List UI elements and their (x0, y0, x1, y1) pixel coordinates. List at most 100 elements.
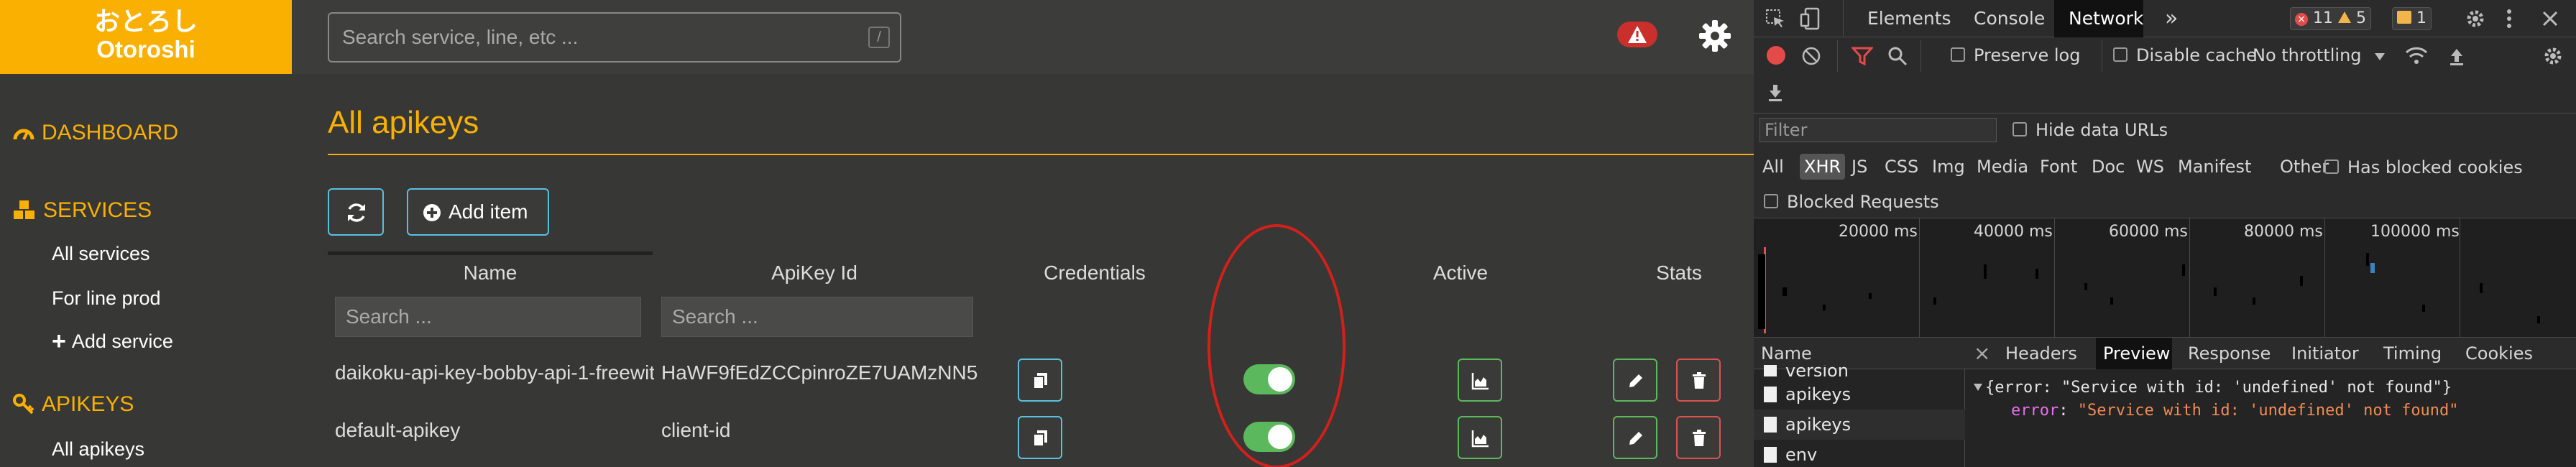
hide-data-urls-checkbox[interactable] (2012, 122, 2027, 137)
timeline-request-bar (2110, 297, 2113, 305)
more-tabs-chevron-icon[interactable]: » (2165, 0, 2186, 37)
issues-counter[interactable]: × 11 5 (2290, 7, 2371, 30)
pencil-icon (1629, 432, 1642, 445)
row-2-copy-credentials-button[interactable] (1018, 416, 1062, 459)
alerts-button[interactable] (1617, 22, 1657, 47)
type-filter-css[interactable]: CSS (1885, 154, 1918, 180)
row-1-edit-button[interactable] (1613, 359, 1657, 402)
record-icon[interactable] (1767, 46, 1785, 65)
tab-console[interactable]: Console (1974, 0, 2046, 37)
request-row-apikeys-selected[interactable]: apikeys (1754, 410, 1965, 440)
export-har-download-icon[interactable] (1767, 82, 1784, 102)
request-row-version[interactable]: version (1754, 365, 1965, 379)
type-filter-other[interactable]: Other (2280, 154, 2329, 180)
timeline-request-bar (2214, 287, 2217, 296)
timeline-request-bar (2366, 253, 2369, 266)
row-2-stats-button[interactable] (1458, 416, 1502, 459)
column-header-name[interactable]: Name (328, 257, 653, 289)
type-filter-img[interactable]: Img (1932, 154, 1965, 180)
devtools-settings-gear-icon[interactable] (2465, 9, 2485, 29)
inspect-element-icon[interactable] (1765, 9, 1785, 29)
tab-elements[interactable]: Elements (1867, 0, 1951, 37)
timeline-tick-label: 100000 ms (2370, 223, 2460, 241)
messages-counter[interactable]: 1 (2392, 7, 2432, 30)
preserve-log-checkbox[interactable] (1951, 47, 1965, 62)
sidebar-item-dashboard[interactable]: DASHBOARD (13, 120, 178, 146)
close-detail-icon[interactable]: × (1974, 338, 1991, 369)
type-filter-all[interactable]: All (1762, 154, 1784, 180)
disable-cache-checkbox[interactable] (2113, 47, 2128, 62)
tab-preview[interactable]: Preview (2096, 338, 2172, 369)
blocked-requests-checkbox[interactable] (1764, 194, 1778, 208)
row-2-delete-button[interactable] (1676, 416, 1721, 459)
timeline-request-bar (2036, 269, 2038, 279)
network-timeline-overview[interactable]: 20000 ms 40000 ms 60000 ms 80000 ms 1000… (1754, 218, 2576, 338)
type-filter-font[interactable]: Font (2040, 154, 2077, 180)
has-blocked-cookies-label: Has blocked cookies (2347, 157, 2523, 177)
type-filter-xhr[interactable]: XHR (1800, 154, 1846, 180)
refresh-button[interactable] (328, 188, 384, 236)
sidebar-item-line-prod[interactable]: For line prod (52, 287, 161, 310)
close-devtools-icon[interactable] (2542, 10, 2559, 27)
has-blocked-cookies-checkbox[interactable] (2324, 159, 2339, 174)
type-filter-media[interactable]: Media (1977, 154, 2028, 180)
expand-triangle-icon[interactable] (1974, 384, 1982, 391)
row-1-name[interactable]: daikoku-api-key-bobby-api-1-freewithout (335, 359, 654, 387)
filter-funnel-icon[interactable] (1852, 46, 1873, 66)
network-filter-input[interactable]: Filter (1760, 118, 1997, 142)
cubes-icon (14, 200, 34, 219)
type-filter-manifest[interactable]: Manifest (2178, 154, 2251, 180)
disable-cache-label: Disable cache (2136, 45, 2257, 65)
timeline-tick-label: 20000 ms (1839, 223, 1918, 241)
tab-cookies[interactable]: Cookies (2465, 338, 2537, 369)
sidebar-item-services[interactable]: SERVICES (13, 198, 152, 223)
network-conditions-wifi-icon[interactable] (2405, 46, 2428, 66)
tab-network[interactable]: Network (2054, 0, 2143, 37)
type-filter-doc[interactable]: Doc (2092, 154, 2125, 180)
area-chart-icon (1471, 373, 1489, 390)
sidebar-item-all-services[interactable]: All services (52, 242, 150, 265)
global-search-input[interactable]: Search service, line, etc ... / (328, 12, 901, 63)
sidebar-item-all-apikeys[interactable]: All apikeys (52, 438, 144, 461)
kebab-menu-icon[interactable] (2506, 9, 2513, 29)
clear-icon[interactable] (1801, 46, 1821, 66)
add-item-button[interactable]: Add item (407, 188, 549, 236)
column-header-active: Active (1432, 262, 1489, 284)
timeline-gridline (2324, 218, 2325, 338)
import-har-upload-icon[interactable] (2448, 46, 2465, 66)
timeline-request-bar (2422, 305, 2425, 312)
document-icon (1764, 387, 1777, 402)
type-filter-ws[interactable]: WS (2136, 154, 2164, 180)
network-settings-gear-icon[interactable] (2543, 46, 2563, 66)
settings-gear-icon[interactable] (1698, 19, 1732, 53)
row-1-copy-credentials-button[interactable] (1018, 359, 1062, 402)
request-row-apikeys[interactable]: apikeys (1754, 379, 1965, 410)
global-search-placeholder: Search service, line, etc ... (342, 26, 579, 48)
row-2-name[interactable]: default-apikey (335, 416, 654, 445)
type-filter-js[interactable]: JS (1852, 154, 1867, 180)
tab-timing[interactable]: Timing (2383, 338, 2448, 369)
apikey-id-filter-input[interactable]: Search ... (661, 297, 973, 337)
add-item-label: Add item (448, 200, 528, 223)
tab-initiator[interactable]: Initiator (2291, 338, 2363, 369)
timeline-tick-label: 40000 ms (1974, 223, 2053, 241)
column-header-stats: Stats (1656, 262, 1702, 284)
screen: おとろし Otoroshi Search service, line, etc … (0, 0, 2576, 467)
brand-logo[interactable]: おとろし Otoroshi (0, 0, 292, 74)
tab-headers[interactable]: Headers (2005, 338, 2084, 369)
tab-response[interactable]: Response (2188, 338, 2274, 369)
name-filter-input[interactable]: Search ... (335, 297, 641, 337)
throttling-select[interactable]: No throttling (2253, 45, 2362, 66)
copy-icon (1033, 430, 1047, 447)
search-icon[interactable] (1887, 46, 1908, 66)
device-toolbar-icon[interactable] (1800, 7, 1821, 30)
sidebar-item-apikeys[interactable]: APIKEYS (13, 392, 134, 417)
request-row-env[interactable]: env (1754, 440, 1965, 467)
sidebar-item-add-service[interactable]: + Add service (52, 329, 173, 353)
row-1-delete-button[interactable] (1676, 359, 1721, 402)
column-header-apikey-id[interactable]: ApiKey Id (653, 257, 976, 289)
row-2-edit-button[interactable] (1613, 416, 1657, 459)
document-icon (1764, 365, 1777, 376)
row-1-stats-button[interactable] (1458, 359, 1502, 402)
error-icon: × (2295, 13, 2308, 26)
